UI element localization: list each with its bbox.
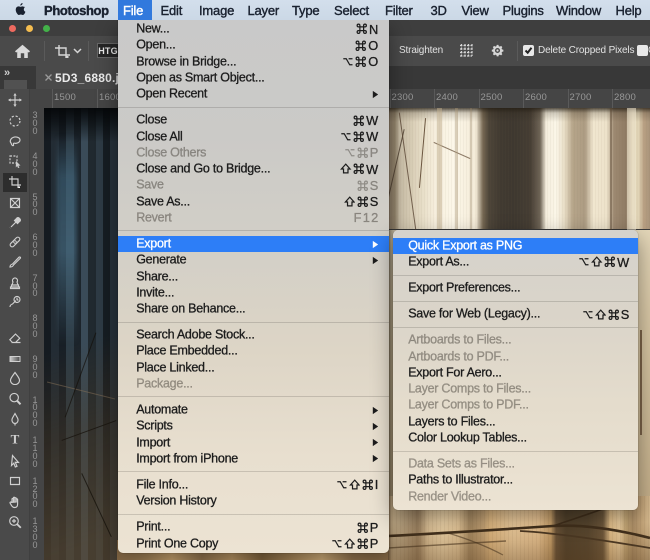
- svg-text:T: T: [11, 432, 20, 446]
